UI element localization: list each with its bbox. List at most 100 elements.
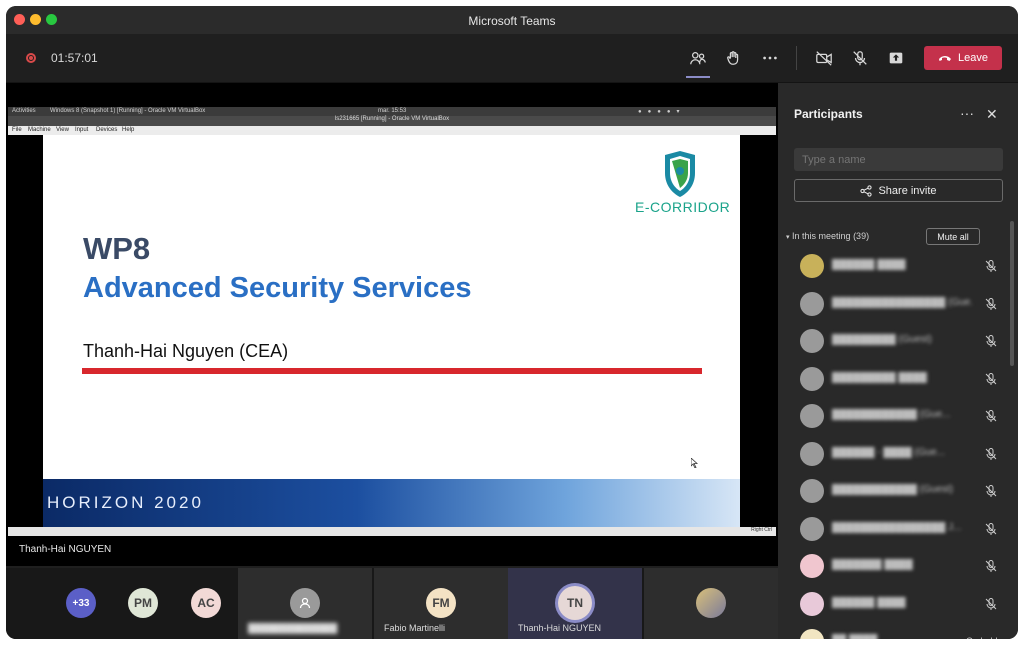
more-actions-button[interactable] xyxy=(758,46,782,70)
vm-menu-input[interactable]: Input xyxy=(75,127,88,133)
vm-top-bar: Activities Windows 8 (Snapshot 1) [Runni… xyxy=(8,107,776,116)
leave-label: Leave xyxy=(958,52,988,64)
avatar xyxy=(800,516,824,541)
participant-status: On hold xyxy=(966,636,998,639)
vm-menu-view[interactable]: View xyxy=(56,127,69,133)
avatar xyxy=(800,554,824,578)
camera-off-icon xyxy=(816,51,832,66)
participant-name: ████████████ (Gue... xyxy=(832,409,951,420)
panel-scrollbar[interactable] xyxy=(1010,221,1014,366)
share-tray-icon xyxy=(889,52,903,64)
vm-menu-bar: File Machine View Input Devices Help xyxy=(8,126,776,135)
participants-panel: Participants ··· ✕ Share invite ▾ In thi… xyxy=(778,83,1018,639)
video-tile[interactable] xyxy=(644,568,778,639)
avatar[interactable]: AC xyxy=(191,588,221,618)
camera-toggle-button[interactable] xyxy=(812,46,836,70)
avatar-initials: TN xyxy=(567,596,583,610)
mute-all-button[interactable]: Mute all xyxy=(926,228,980,245)
in-meeting-label: In this meeting (39) xyxy=(792,231,870,241)
slide-footer-banner: HORIZON 2020 xyxy=(43,479,740,527)
people-icon xyxy=(690,51,706,65)
participant-row[interactable]: ██ ████On hold xyxy=(794,628,1004,639)
title-bar: Microsoft Teams xyxy=(6,6,1018,34)
participant-row[interactable]: ██████ ████ xyxy=(794,591,1004,617)
avatar xyxy=(800,441,824,466)
toolbar-divider xyxy=(796,46,797,70)
vm-menu-file[interactable]: File xyxy=(12,127,22,133)
participant-row[interactable]: ████████████████ J... xyxy=(794,516,1004,542)
presentation-slide: E-CORRIDOR WP8 Advanced Security Service… xyxy=(43,135,740,527)
tile-name: Thanh-Hai NGUYEN xyxy=(518,623,602,633)
participant-row[interactable]: █████████ (Guest) xyxy=(794,328,1004,354)
vm-window-label: Windows 8 (Snapshot 1) [Running] - Oracl… xyxy=(50,108,206,114)
participants-toggle-button[interactable] xyxy=(686,46,710,70)
avatar xyxy=(800,591,824,616)
logo-text: E-CORRIDOR xyxy=(635,199,731,215)
presenter-name: Thanh-Hai NGUYEN xyxy=(19,544,112,555)
mic-toggle-button[interactable] xyxy=(848,46,872,70)
avatar-initials: FM xyxy=(432,596,450,610)
participant-name: ██████ - ████ (Gue... xyxy=(832,446,946,458)
horizon-text: HORIZON 2020 xyxy=(47,493,204,512)
teams-window: Microsoft Teams 01:57:01 Leave Activitie… xyxy=(6,6,1018,639)
participant-name: █████████ (Guest) xyxy=(832,334,932,345)
chevron-down-icon: ▾ xyxy=(786,234,790,241)
participant-search-input[interactable] xyxy=(794,148,1003,171)
participant-strip: +33 PM AC ██████████████ FM Fabio Martin… xyxy=(6,568,778,639)
video-tile[interactable]: FM Fabio Martinelli xyxy=(374,568,508,639)
avatar xyxy=(290,588,320,618)
slide-author: Thanh-Hai Nguyen (CEA) xyxy=(83,341,289,361)
avatar[interactable]: PM xyxy=(128,588,158,618)
participant-row[interactable]: █████████ ████ xyxy=(794,366,1004,392)
overflow-count: +33 xyxy=(72,597,90,609)
participant-row[interactable]: ██████ - ████ (Gue... xyxy=(794,441,1004,467)
mouse-cursor-icon xyxy=(691,458,699,468)
panel-more-button[interactable]: ··· xyxy=(960,105,974,121)
video-tile-active-speaker[interactable]: TN Thanh-Hai NGUYEN xyxy=(508,568,642,639)
shared-screen: Activities Windows 8 (Snapshot 1) [Runni… xyxy=(6,83,778,566)
vm-menu-machine[interactable]: Machine xyxy=(28,127,51,133)
participant-row[interactable]: ██████ ████ xyxy=(794,253,1004,279)
vm-activities[interactable]: Activities xyxy=(12,108,36,114)
tile-name: ██████████████ xyxy=(248,623,338,633)
participant-name: ███████ ████ xyxy=(832,559,913,570)
avatar xyxy=(696,588,726,618)
participant-name: ████████████ (Guest) xyxy=(832,484,954,495)
raise-hand-button[interactable] xyxy=(722,46,746,70)
vm-title-bar: ls231665 [Running] - Oracle VM VirtualBo… xyxy=(8,116,776,126)
participant-row[interactable]: ████████████ (Guest) xyxy=(794,478,1004,504)
video-tile[interactable]: ██████████████ xyxy=(238,568,372,639)
participant-row[interactable]: ████████████ (Gue... xyxy=(794,403,1004,429)
share-content-button[interactable] xyxy=(884,46,908,70)
mic-off-icon xyxy=(985,485,997,497)
participant-row[interactable]: ███████ ████ xyxy=(794,553,1004,579)
share-icon xyxy=(860,184,873,197)
close-icon[interactable]: ✕ xyxy=(986,106,998,123)
avatar xyxy=(800,404,824,428)
in-meeting-section[interactable]: ▾ In this meeting (39) xyxy=(786,231,869,241)
mic-off-icon xyxy=(985,335,997,347)
overflow-participants-button[interactable]: +33 xyxy=(66,588,96,618)
mic-off-icon xyxy=(985,522,997,535)
participant-name: ██████ ████ xyxy=(832,259,906,270)
slide-heading: WP8 xyxy=(83,231,151,266)
vm-menu-devices[interactable]: Devices xyxy=(96,127,117,133)
panel-title: Participants xyxy=(794,107,863,121)
avatar: TN xyxy=(558,586,592,620)
leave-button[interactable]: Leave xyxy=(924,46,1002,70)
mic-off-icon xyxy=(985,447,997,460)
share-invite-label: Share invite xyxy=(878,184,937,197)
meeting-timer: 01:57:01 xyxy=(51,51,98,65)
slide-divider xyxy=(82,368,702,374)
avatar xyxy=(800,329,824,353)
vm-menu-help[interactable]: Help xyxy=(122,127,134,133)
mic-off-icon xyxy=(985,410,997,422)
share-invite-button[interactable]: Share invite xyxy=(794,179,1003,202)
participant-row[interactable]: ████████████████ (Gue... xyxy=(794,291,1004,317)
window-title: Microsoft Teams xyxy=(468,14,556,28)
avatar xyxy=(800,479,824,503)
vm-title: ls231665 [Running] - Oracle VM VirtualBo… xyxy=(334,116,450,122)
vm-clock: mar. 15:53 xyxy=(378,108,407,114)
raise-hand-icon xyxy=(727,51,739,65)
mic-off-icon xyxy=(985,560,997,572)
